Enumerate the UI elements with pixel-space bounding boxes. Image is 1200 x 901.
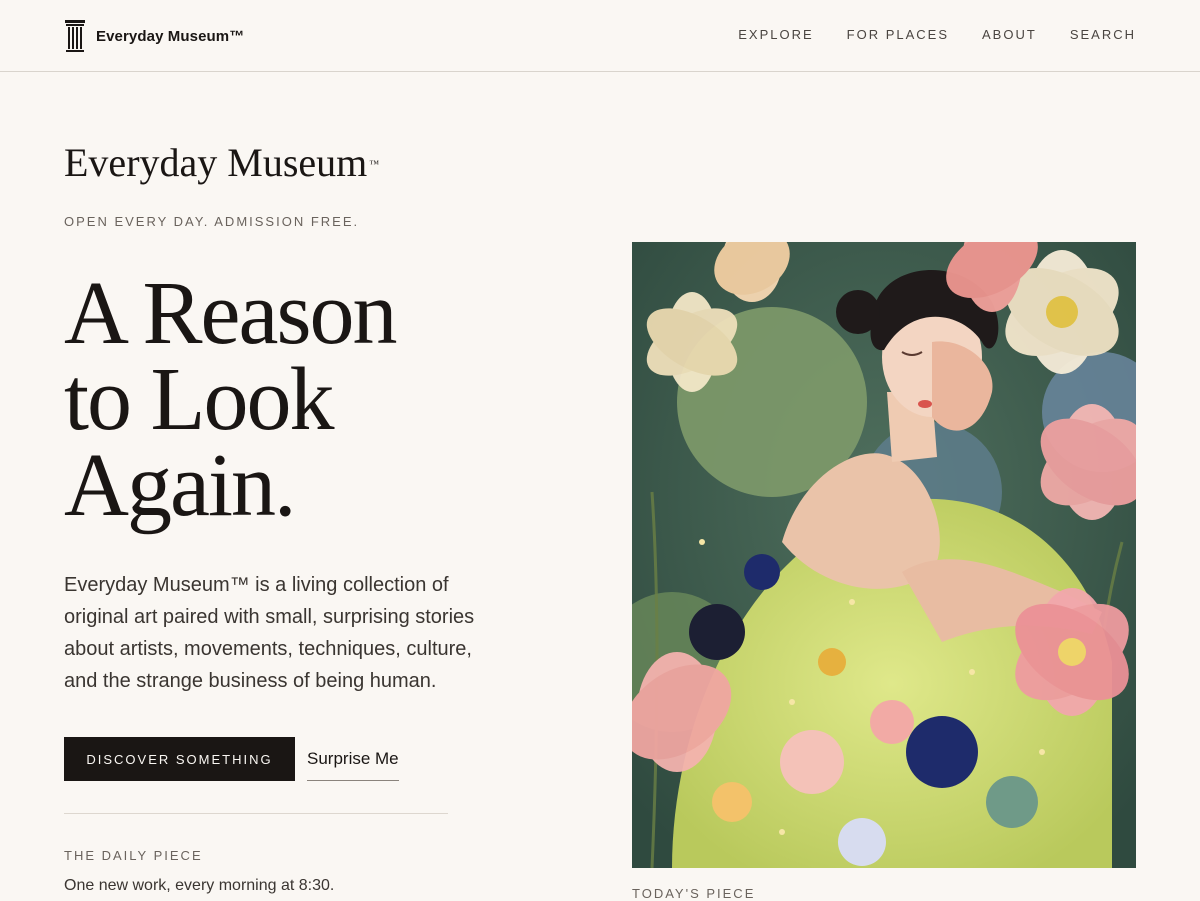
intro-paragraph: Everyday Museum™ is a living collection … [64, 574, 475, 692]
nav-about[interactable]: ABOUT [982, 27, 1037, 43]
hero-section: Everyday Museum ™ OPEN EVERY DAY. ADMISSI… [64, 140, 524, 895]
daily-piece-label: THE DAILY PIECE [64, 848, 203, 863]
todays-piece-caption: TODAY'S PIECE [632, 886, 756, 901]
surprise-me-link[interactable]: Surprise Me [307, 737, 399, 781]
artwork-illustration [632, 242, 1136, 868]
section-divider [64, 813, 448, 814]
discover-something-button[interactable]: DISCOVER SOMETHING [64, 737, 295, 781]
cta-group: DISCOVER SOMETHING Surprise Me [64, 737, 524, 781]
site-title: Everyday Museum ™ [64, 140, 524, 186]
trademark-mark: ™ [369, 159, 380, 170]
headline-line-1: A Reason [64, 264, 397, 363]
top-navigation-bar: Everyday Museum™ EXPLORE FOR PLACES ABOU… [0, 0, 1200, 72]
brand-name: Everyday Museum™ [96, 27, 245, 45]
headline-line-3: Again. [64, 436, 296, 535]
museum-column-icon [65, 20, 85, 52]
tagline: OPEN EVERY DAY. ADMISSION FREE. [64, 214, 360, 229]
nav-explore[interactable]: EXPLORE [738, 27, 813, 43]
site-title-text: Everyday Museum [64, 140, 368, 185]
main-nav: EXPLORE FOR PLACES ABOUT SEARCH [738, 27, 1136, 43]
nav-search[interactable]: SEARCH [1070, 27, 1136, 43]
headline-line-2: to Look [64, 350, 334, 449]
hero-headline: A Reason to Look Again. [64, 264, 524, 535]
brand-logo-link[interactable]: Everyday Museum™ [64, 18, 244, 54]
featured-artwork[interactable] [632, 242, 1136, 868]
nav-for-places[interactable]: FOR PLACES [847, 27, 949, 43]
daily-piece-text: One new work, every morning at 8:30. [64, 877, 335, 894]
